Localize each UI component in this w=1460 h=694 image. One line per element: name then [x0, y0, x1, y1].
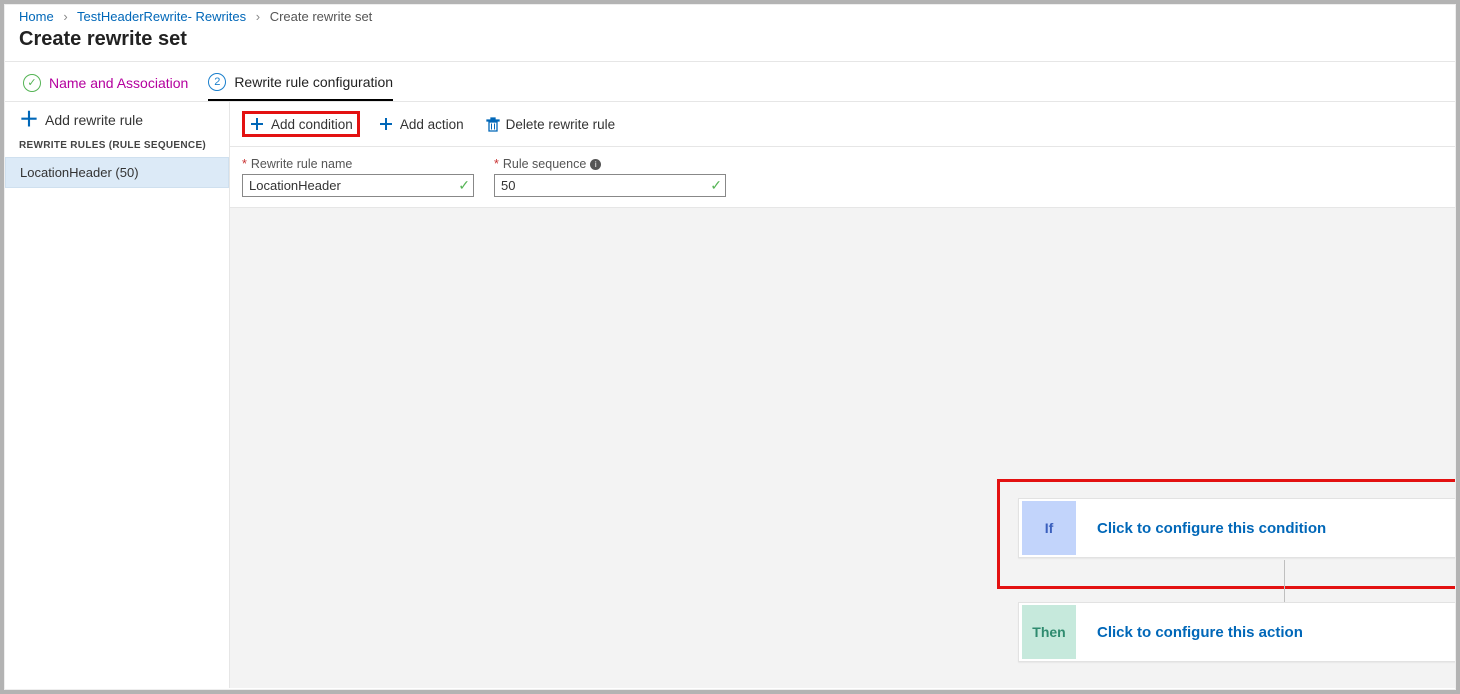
- sidebar-rule-item[interactable]: LocationHeader (50): [5, 157, 229, 188]
- add-rewrite-rule-button[interactable]: ＋ Add rewrite rule: [5, 112, 229, 140]
- configure-action-link[interactable]: Click to configure this action: [1097, 624, 1303, 641]
- rule-sequence-input[interactable]: [494, 174, 726, 197]
- tab-label: Rewrite rule configuration: [234, 74, 393, 90]
- add-action-button[interactable]: Add action: [374, 114, 468, 134]
- breadcrumb-mid-link[interactable]: TestHeaderRewrite- Rewrites: [77, 9, 246, 24]
- connector-line: [1284, 560, 1285, 602]
- plus-icon: [378, 116, 394, 132]
- app-window: Home › TestHeaderRewrite- Rewrites › Cre…: [4, 4, 1456, 690]
- label-text: Rule sequence: [503, 157, 586, 171]
- check-icon: ✓: [458, 177, 470, 194]
- rules-canvas: If Click to configure this condition The…: [230, 208, 1455, 688]
- main-panel: Add condition Add action Delete rewrite …: [230, 102, 1455, 688]
- toolbar-label: Delete rewrite rule: [506, 117, 616, 132]
- toolbar-label: Add action: [400, 117, 464, 132]
- label-text: Rewrite rule name: [251, 157, 352, 171]
- plus-icon: ＋: [19, 113, 39, 127]
- wizard-tabs: ✓ Name and Association 2 Rewrite rule co…: [5, 62, 1455, 102]
- breadcrumb: Home › TestHeaderRewrite- Rewrites › Cre…: [5, 5, 1455, 26]
- tab-rule-configuration[interactable]: 2 Rewrite rule configuration: [208, 73, 393, 101]
- add-condition-button[interactable]: Add condition: [242, 111, 360, 137]
- condition-card[interactable]: If Click to configure this condition: [1018, 498, 1456, 558]
- breadcrumb-sep: ›: [256, 9, 260, 24]
- breadcrumb-home-link[interactable]: Home: [19, 9, 54, 24]
- breadcrumb-sep: ›: [63, 9, 67, 24]
- plus-icon: [249, 116, 265, 132]
- toolbar: Add condition Add action Delete rewrite …: [230, 102, 1455, 147]
- field-label-name: * Rewrite rule name: [242, 157, 474, 171]
- if-badge: If: [1022, 501, 1076, 555]
- fields-row: * Rewrite rule name ✓ * Rule sequence i: [230, 147, 1455, 208]
- check-circle-icon: ✓: [23, 74, 41, 92]
- add-rule-label: Add rewrite rule: [45, 112, 143, 128]
- then-badge: Then: [1022, 605, 1076, 659]
- sidebar-section-label: REWRITE RULES (RULE SEQUENCE): [5, 140, 229, 157]
- tab-name-association[interactable]: ✓ Name and Association: [23, 74, 188, 100]
- info-icon[interactable]: i: [590, 159, 601, 170]
- tab-label: Name and Association: [49, 75, 188, 91]
- breadcrumb-current: Create rewrite set: [270, 9, 373, 24]
- required-asterisk: *: [242, 157, 247, 171]
- trash-icon: [486, 117, 500, 132]
- delete-rule-button[interactable]: Delete rewrite rule: [482, 115, 620, 134]
- sidebar: ＋ Add rewrite rule REWRITE RULES (RULE S…: [5, 102, 230, 688]
- toolbar-label: Add condition: [271, 117, 353, 132]
- action-card[interactable]: Then Click to configure this action: [1018, 602, 1456, 662]
- configure-condition-link[interactable]: Click to configure this condition: [1097, 520, 1326, 537]
- field-label-sequence: * Rule sequence i: [494, 157, 726, 171]
- page-title: Create rewrite set: [19, 28, 1455, 51]
- check-icon: ✓: [710, 177, 722, 194]
- step-number-icon: 2: [208, 73, 226, 91]
- required-asterisk: *: [494, 157, 499, 171]
- rewrite-rule-name-input[interactable]: [242, 174, 474, 197]
